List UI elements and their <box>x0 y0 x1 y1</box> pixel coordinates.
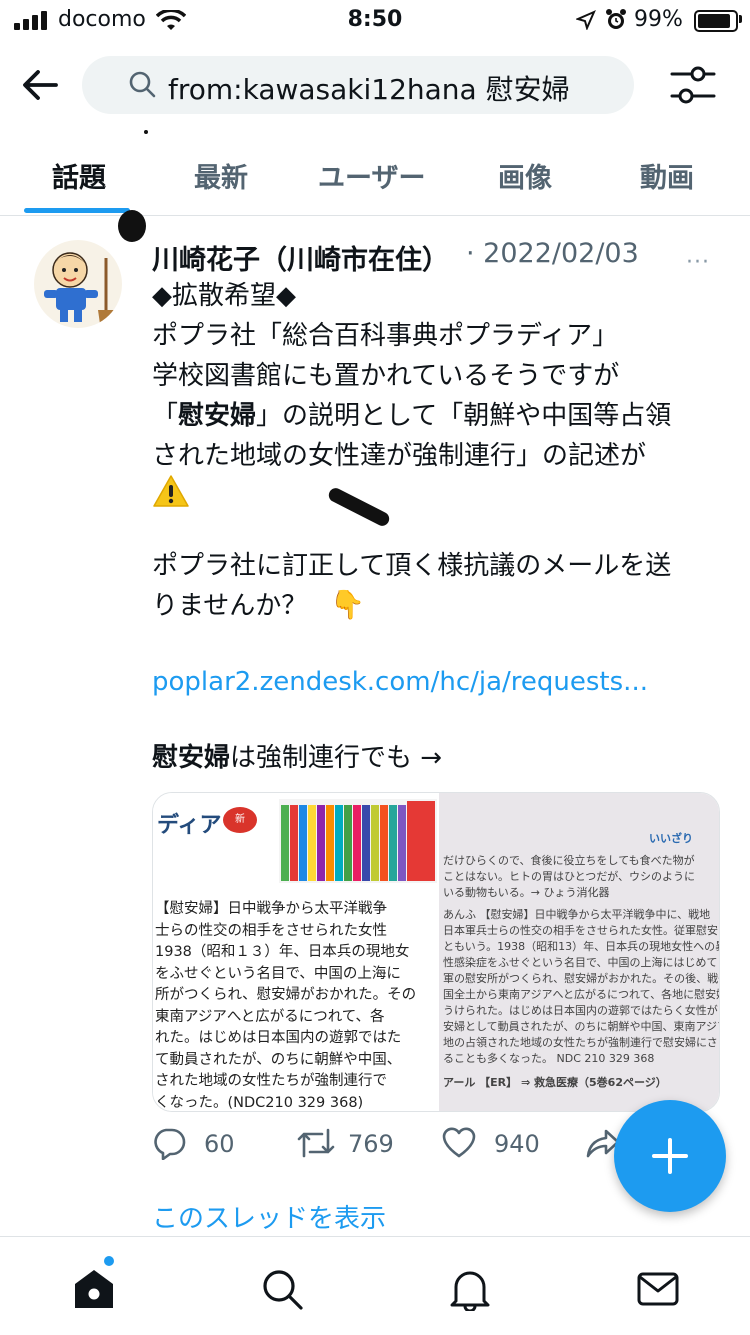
battery-cap <box>739 15 742 23</box>
explore-search-icon[interactable] <box>260 1267 304 1311</box>
tab-videos[interactable]: 動画 <box>640 156 694 195</box>
search-input[interactable]: from:kawasaki12hana 慰安婦 <box>82 56 634 114</box>
media-image-left[interactable]: ディア 新 【慰安婦】日中戦争から太平洋戦争 士らの性交の相手をさせられた女性 … <box>153 793 439 1111</box>
media-left-line: 士らの性交の相手をさせられた女性 <box>155 922 387 939</box>
tweet-line-7: りませんか？ <box>152 591 308 621</box>
reply-icon <box>154 1128 186 1160</box>
media-image-right[interactable]: いいざり だけひらくので、食後に役立ちをしても食べた物が ことはない。ヒトの胃は… <box>439 793 719 1111</box>
media-left-line: 【慰安婦】日中戦争から太平洋戦争 <box>155 901 387 917</box>
marker-stroke <box>326 485 392 529</box>
notifications-bell-icon[interactable] <box>448 1267 492 1311</box>
tab-images[interactable]: 画像 <box>498 156 552 195</box>
media-right-line: 日本軍兵士らの性交の相手をさせられた女性。従軍慰安 <box>443 924 718 937</box>
media-left-line: くなった。(NDC210 329 368) <box>155 1094 364 1111</box>
media-left-line: 東南アジアへと広がるにつれて、各 <box>155 1008 385 1025</box>
reply-button[interactable]: 60 <box>152 1124 242 1168</box>
tweet-line-4: 「慰安婦」の説明として「朝鮮や中国等占領 <box>152 396 671 436</box>
search-query-text: from:kawasaki12hana 慰安婦 <box>168 73 570 106</box>
battery-percent: 99% <box>634 7 683 32</box>
media-left-line: をふせぐという名目で、中国の上海に <box>155 965 401 982</box>
retweet-icon <box>297 1128 335 1158</box>
media-left-line: 所がつくられ、慰安婦がおかれた。その <box>155 987 417 1003</box>
quote-rest: は強制連行でも → <box>230 743 443 773</box>
messages-mail-icon[interactable] <box>636 1267 680 1311</box>
location-arrow-icon <box>576 10 596 30</box>
active-tab-indicator <box>24 208 130 213</box>
pointing-down-icon: 👇 <box>330 588 365 621</box>
tweet-media-card[interactable]: ディア 新 【慰安婦】日中戦争から太平洋戦争 士らの性交の相手をさせられた女性 … <box>152 792 720 1112</box>
tweet-date: · 2022/02/03 <box>466 238 639 269</box>
tweet-line-2: ポプラ社「総合百科事典ポプラディア」 <box>152 321 619 351</box>
tweet-line-1: ◆拡散希望◆ <box>152 281 296 311</box>
tab-topics[interactable]: 話題 <box>52 156 106 195</box>
media-right-line: 地の占領された地域の女性たちが強制連行で慰安婦にさ <box>443 1036 718 1049</box>
plus-icon <box>652 1138 688 1174</box>
tweet-line-6: ポプラ社に訂正して頂く様抗議のメールを送 <box>152 551 672 581</box>
home-unread-dot <box>104 1256 114 1266</box>
tweet-author-name[interactable]: 川崎花子（川崎市在住） <box>152 238 449 277</box>
media-right-line: 軍の慰安所がつくられ、慰安婦がおかれた。その後、戦争 <box>443 972 720 985</box>
media-left-badge: 新 <box>223 807 257 833</box>
marker-blot <box>118 210 146 242</box>
tweet-link[interactable]: poplar2.zendesk.com/hc/ja/requests... <box>152 662 648 702</box>
search-icon <box>129 71 156 98</box>
like-count: 940 <box>494 1130 540 1158</box>
back-arrow-icon[interactable] <box>18 62 64 108</box>
media-left-line: された地域の女性たちが強制連行で <box>155 1073 387 1089</box>
media-right-line: 国全土から東南アジアへと広がるにつれて、各地に慰安婦 <box>443 988 720 1001</box>
avatar-illustration <box>44 252 114 324</box>
tweet-line-5: された地域の女性達が強制連行」の記述が <box>152 441 647 471</box>
media-right-line: ことはない。ヒトの胃はひとつだが、ウシのように <box>443 870 696 883</box>
avatar[interactable] <box>34 240 122 328</box>
reply-count: 60 <box>204 1130 235 1158</box>
media-right-line: ともいう。1938（昭和13）年、日本兵の現地女性への暴行 <box>443 940 720 953</box>
tweet-line-4-rest: 」の説明として「朝鮮や中国等占領 <box>256 401 672 431</box>
media-left-title: ディア <box>157 813 222 838</box>
like-button[interactable]: 940 <box>442 1124 552 1168</box>
media-left-line: て動員されたが、のちに朝鮮や中国、 <box>155 1051 402 1068</box>
media-right-line: 性感染症をふせぐという名目で、中国の上海にはじめて日 <box>443 956 720 969</box>
home-icon[interactable] <box>72 1267 116 1311</box>
media-left-line: れた。はじめは日本国内の遊郭ではた <box>155 1030 402 1046</box>
retweet-button[interactable]: 769 <box>296 1124 406 1168</box>
media-right-line: いる動物もいる。→ ひょう消化器 <box>443 886 610 899</box>
warning-icon <box>153 475 189 507</box>
media-right-line: ることも多くなった。 NDC 210 329 368 <box>443 1052 655 1065</box>
media-right-line: うけられた。はじめは日本国内の遊郭ではたらく女性が <box>443 1004 718 1017</box>
tabs-divider <box>0 215 750 216</box>
quote-bold: 慰安婦 <box>152 743 231 773</box>
media-right-line: あんふ 【慰安婦】日中戦争から太平洋戦争中に、戦地 <box>443 908 711 921</box>
heart-icon <box>442 1127 476 1158</box>
more-options-icon[interactable]: ··· <box>686 250 710 275</box>
media-right-line: だけひらくので、食後に役立ちをしても食べた物が <box>443 854 695 867</box>
smudge-dot <box>144 130 148 134</box>
media-right-line: アール 【ER】 ⇒ 救急医療（5巻62ページ） <box>443 1076 667 1089</box>
media-left-text: 【慰安婦】日中戦争から太平洋戦争 士らの性交の相手をさせられた女性 1938（昭… <box>155 899 417 1111</box>
tab-latest[interactable]: 最新 <box>194 156 248 195</box>
tweet-line-4-bold: 慰安婦 <box>178 401 257 431</box>
battery-icon <box>694 10 738 32</box>
compose-tweet-button[interactable] <box>614 1100 726 1212</box>
quote-line: 慰安婦は強制連行でも → <box>152 738 442 778</box>
tweet-line-4-open: 「 <box>152 401 179 431</box>
media-right-header: いいざり <box>649 832 693 845</box>
show-thread-link[interactable]: このスレッドを表示 <box>152 1198 386 1235</box>
retweet-count: 769 <box>348 1130 394 1158</box>
tweet-line-3: 学校図書館にも置かれているそうですが <box>152 361 620 391</box>
encyclopedia-books-image <box>279 799 437 883</box>
tab-users[interactable]: ユーザー <box>318 156 425 195</box>
bottom-tab-bar <box>0 1236 750 1335</box>
status-bar: docomo 8:50 99% <box>0 0 750 40</box>
filter-settings-icon[interactable] <box>668 62 718 108</box>
media-left-line: 1938（昭和１３）年、日本兵の現地女 <box>155 944 410 960</box>
media-right-line: 安婦として動員されたが、のちに朝鮮や中国、東南アジア <box>443 1020 720 1033</box>
alarm-icon <box>606 9 626 29</box>
